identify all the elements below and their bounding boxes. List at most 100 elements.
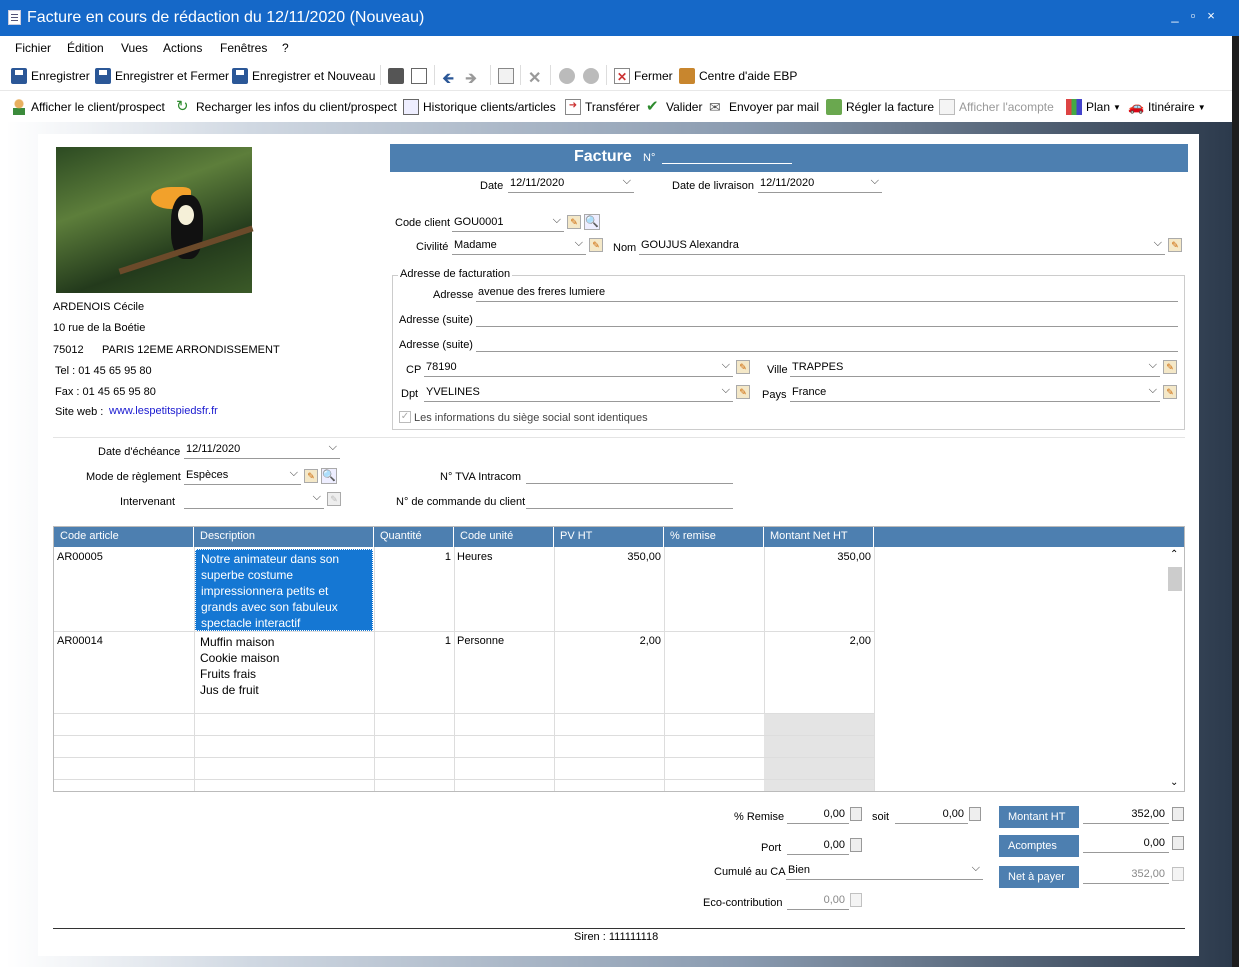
same-headquarters-checkbox[interactable]: ✓ (399, 411, 411, 423)
calculator-icon[interactable] (969, 807, 981, 821)
save-new-button[interactable]: Enregistrer et Nouveau (232, 68, 375, 84)
company-zip: 75012 (53, 344, 84, 356)
agent-field[interactable] (184, 492, 324, 509)
edit-agent-icon[interactable]: ✎ (327, 492, 341, 506)
show-deposit-button[interactable]: Afficher l'acompte (939, 99, 1054, 115)
transfer-button[interactable]: ➜ Transférer (565, 99, 640, 115)
menu-fenetres[interactable]: Fenêtres (220, 41, 267, 55)
menu-edition[interactable]: Édition (67, 41, 104, 55)
city-field[interactable]: TRAPPES (790, 360, 1160, 377)
search-client-icon[interactable]: 🔍 (584, 214, 600, 230)
scrollbar-thumb[interactable] (1168, 567, 1182, 591)
pay-invoice-button[interactable]: Régler la facture (826, 99, 934, 115)
payment-mode-field[interactable]: Espèces (184, 468, 301, 485)
search-payment-mode-icon[interactable]: 🔍 (321, 468, 337, 484)
due-date-field[interactable]: 12/11/2020 (184, 442, 340, 459)
calculator-icon[interactable] (850, 838, 862, 852)
col-quantity[interactable]: Quantité (374, 527, 454, 547)
shipping-label: Port (761, 842, 782, 854)
col-description[interactable]: Description (194, 527, 374, 547)
previous-button[interactable] (559, 68, 579, 84)
order-number-field[interactable] (526, 492, 733, 509)
redo-button[interactable]: 🡺 (465, 68, 477, 93)
billing-legend: Adresse de facturation (398, 268, 513, 280)
calculator-icon[interactable] (1172, 807, 1184, 821)
menu-fichier[interactable]: Fichier (15, 41, 51, 55)
edit-client-icon[interactable]: ✎ (567, 215, 581, 229)
civility-field[interactable]: Madame (452, 238, 586, 255)
edit-city-icon[interactable]: ✎ (1163, 360, 1177, 374)
table-row[interactable]: AR00014 Muffin maison Cookie maison Frui… (54, 632, 874, 713)
website-link[interactable]: www.lespetitspiedsfr.fr (109, 405, 218, 417)
menu-actions[interactable]: Actions (163, 41, 202, 55)
help-center-button[interactable]: Centre d'aide EBP (679, 68, 797, 84)
save-close-button[interactable]: Enregistrer et Fermer (95, 68, 229, 84)
row-description[interactable]: Muffin maison Cookie maison Fruits frais… (200, 634, 372, 698)
col-net-amount[interactable]: Montant Net HT (764, 527, 874, 547)
delivery-date-field[interactable]: 12/11/2020 (758, 176, 882, 193)
minimize-button[interactable]: _ (1168, 9, 1182, 23)
discount-amount-field[interactable]: 0,00 (895, 807, 968, 824)
save-button[interactable]: Enregistrer (11, 68, 90, 84)
row-price: 350,00 (627, 551, 661, 563)
address-field[interactable]: avenue des freres lumiere (476, 285, 1178, 302)
vat-number-field[interactable] (526, 467, 733, 484)
plan-button[interactable]: Plan ▼ (1066, 99, 1121, 115)
scroll-up-icon[interactable]: ⌃ (1170, 549, 1178, 560)
delete-button[interactable]: ✕ (528, 68, 541, 88)
col-unit-code[interactable]: Code unité (454, 527, 554, 547)
separator (606, 65, 607, 85)
save-icon (11, 68, 27, 84)
reload-client-button[interactable]: ↻ Recharger les infos du client/prospect (176, 99, 397, 115)
print-button[interactable] (388, 68, 408, 84)
discount-percent-field[interactable]: 0,00 (787, 807, 849, 824)
show-client-button[interactable]: Afficher le client/prospect (11, 99, 165, 115)
calculator-icon (1172, 867, 1184, 881)
scroll-down-icon[interactable]: ⌄ (1170, 777, 1178, 788)
country-field[interactable]: France (790, 385, 1160, 402)
row-description-selected[interactable]: Notre animateur dans son superbe costume… (195, 549, 373, 631)
next-button[interactable] (583, 68, 603, 84)
col-price[interactable]: PV HT (554, 527, 664, 547)
menu-help[interactable]: ? (282, 41, 289, 55)
company-fax: Fax : 01 45 65 95 80 (55, 386, 156, 398)
edit-zip-icon[interactable]: ✎ (736, 360, 750, 374)
send-email-button[interactable]: ✉ Envoyer par mail (709, 99, 819, 115)
edit-civility-icon[interactable]: ✎ (589, 238, 603, 252)
edit-department-icon[interactable]: ✎ (736, 385, 750, 399)
validate-button[interactable]: ✔ Valider (646, 99, 702, 115)
address3-field[interactable] (476, 335, 1178, 352)
row-quantity: 1 (444, 551, 451, 563)
undo-button[interactable]: 🡸 (442, 68, 454, 93)
edit-payment-mode-icon[interactable]: ✎ (304, 469, 318, 483)
toolbar-main: Enregistrer Enregistrer et Fermer Enregi… (0, 60, 1232, 91)
close-document-icon: ✕ (614, 68, 630, 84)
history-button[interactable]: Historique clients/articles (403, 99, 556, 115)
vertical-scrollbar[interactable]: ⌃ ⌄ (1167, 549, 1183, 791)
zip-field[interactable]: 78190 (424, 360, 733, 377)
vat-number-label: N° TVA Intracom (440, 471, 522, 483)
client-name-field[interactable]: GOUJUS Alexandra (639, 238, 1165, 255)
shipping-field[interactable]: 0,00 (787, 838, 849, 855)
turnover-select[interactable]: Bien (786, 863, 983, 880)
calculator-icon[interactable] (850, 807, 862, 821)
department-field[interactable]: YVELINES (424, 385, 733, 402)
route-button[interactable]: 🚗 Itinéraire ▼ (1128, 99, 1206, 115)
edit-country-icon[interactable]: ✎ (1163, 385, 1177, 399)
close-button[interactable]: × (1204, 9, 1218, 23)
address2-field[interactable] (476, 310, 1178, 327)
preview-button[interactable] (411, 68, 431, 84)
country-label: Pays (762, 389, 787, 401)
calculator-icon[interactable] (1172, 836, 1184, 850)
date-field[interactable]: 12/11/2020 (508, 176, 634, 193)
edit-name-icon[interactable]: ✎ (1168, 238, 1182, 252)
invoice-lines-table: Code article Description Quantité Code u… (53, 526, 1185, 792)
col-article-code[interactable]: Code article (54, 527, 194, 547)
close-document-button[interactable]: ✕ Fermer (614, 68, 673, 84)
maximize-button[interactable]: ▫ (1186, 9, 1200, 23)
col-discount[interactable]: % remise (664, 527, 764, 547)
copy-button[interactable] (498, 68, 518, 84)
menu-vues[interactable]: Vues (121, 41, 148, 55)
client-code-field[interactable]: GOU0001 (452, 215, 564, 232)
table-row[interactable]: AR00005 Notre animateur dans son superbe… (54, 548, 874, 631)
